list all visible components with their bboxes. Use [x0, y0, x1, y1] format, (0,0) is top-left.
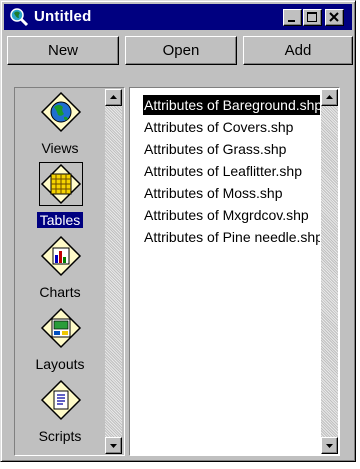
doc-type-views[interactable]: Views: [16, 91, 104, 163]
doc-type-charts[interactable]: Charts: [16, 235, 104, 307]
arrow-down-icon: [110, 444, 117, 448]
layout-icon: [40, 307, 82, 349]
maximize-icon: [307, 12, 317, 22]
close-icon: [329, 12, 339, 22]
doc-type-layouts[interactable]: Layouts: [16, 307, 104, 379]
scroll-down-button[interactable]: [321, 437, 338, 454]
script-icon: [40, 379, 82, 421]
table-row[interactable]: Attributes of Pine needle.shp: [143, 227, 320, 247]
table-row[interactable]: Attributes of Moss.shp: [143, 183, 320, 203]
table-row[interactable]: Attributes of Mxgrdcov.shp: [143, 205, 320, 225]
doc-type-label: Layouts: [35, 356, 85, 372]
document-list-scrollbar[interactable]: [321, 89, 338, 454]
minimize-button[interactable]: [283, 9, 302, 26]
document-type-pane: Views Tables Charts Layouts Scripts: [14, 87, 125, 456]
doc-type-label: Charts: [39, 284, 81, 300]
table-grid-icon: [39, 162, 83, 206]
scroll-up-button[interactable]: [105, 89, 122, 106]
doc-type-label: Tables: [36, 212, 84, 228]
doc-type-scripts[interactable]: Scripts: [16, 379, 104, 451]
table-row[interactable]: Attributes of Covers.shp: [143, 117, 320, 137]
doc-type-tables[interactable]: Tables: [16, 162, 104, 235]
maximize-button[interactable]: [303, 9, 322, 26]
document-type-list: Views Tables Charts Layouts Scripts: [16, 89, 104, 454]
open-button[interactable]: Open: [125, 36, 237, 65]
doc-type-label: Views: [41, 140, 79, 156]
arcview-project-icon: [10, 8, 29, 27]
doc-type-scrollbar[interactable]: [105, 89, 122, 454]
arrow-up-icon: [110, 95, 117, 99]
arrow-up-icon: [326, 95, 333, 99]
table-row[interactable]: Attributes of Grass.shp: [143, 139, 320, 159]
doc-type-label: Scripts: [38, 428, 82, 444]
table-row[interactable]: Attributes of Leaflitter.shp: [143, 161, 320, 181]
scroll-up-button[interactable]: [321, 89, 338, 106]
new-button[interactable]: New: [7, 36, 119, 65]
globe-icon: [40, 91, 82, 133]
document-list-pane: Attributes of Bareground.shp Attributes …: [129, 87, 340, 456]
bar-chart-icon: [40, 235, 82, 277]
close-button[interactable]: [325, 9, 344, 26]
table-row[interactable]: Attributes of Bareground.shp: [143, 95, 320, 115]
window-title: Untitled: [34, 8, 92, 25]
title-bar[interactable]: Untitled: [4, 4, 352, 30]
arrow-down-icon: [326, 444, 333, 448]
scroll-down-button[interactable]: [105, 437, 122, 454]
minimize-icon: [288, 20, 295, 22]
table-document-list: Attributes of Bareground.shp Attributes …: [131, 89, 320, 454]
project-window: Untitled New Open Add Views Tables Chart…: [0, 0, 356, 462]
add-button[interactable]: Add: [243, 36, 353, 65]
